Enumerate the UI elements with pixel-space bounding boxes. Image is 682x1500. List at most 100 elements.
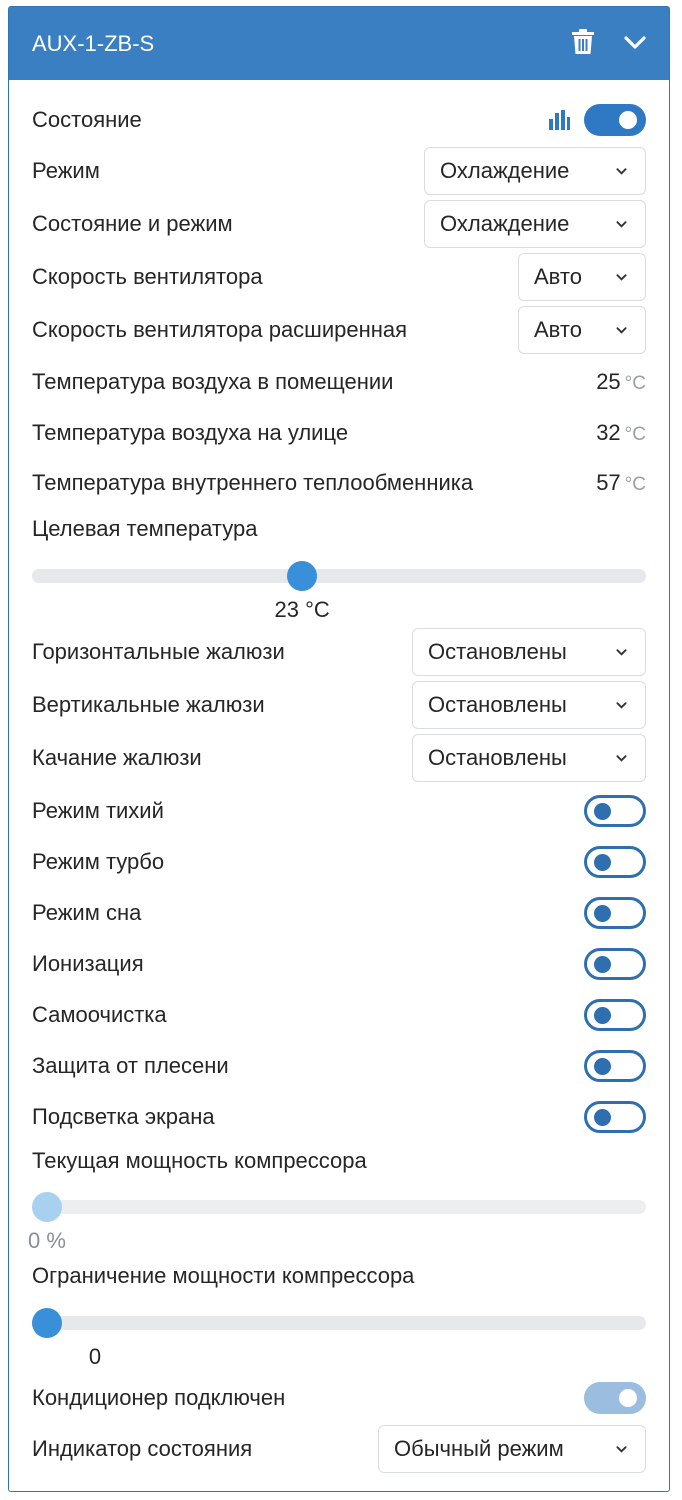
swing-row: Качание жалюзи Остановлены — [32, 734, 646, 782]
coil-temp-row: Температура внутреннего теплообменника 5… — [32, 468, 646, 498]
outdoor-temp-label: Температура воздуха на улице — [32, 420, 349, 445]
indoor-temp-row: Температура воздуха в помещении 25 °C — [32, 367, 646, 397]
slider-thumb[interactable] — [287, 561, 318, 591]
compressor-power-slider — [32, 1192, 646, 1222]
toggle-label: Режим тихий — [32, 798, 164, 823]
toggle-row-self-clean: Самоочистка — [32, 998, 646, 1032]
mode-select[interactable]: Охлаждение — [424, 147, 646, 195]
toggle-row-turbo: Режим турбо — [32, 845, 646, 879]
swing-select[interactable]: Остановлены — [412, 734, 646, 782]
slider-thumb[interactable] — [32, 1308, 62, 1338]
connected-toggle — [584, 1382, 646, 1414]
chevron-down-icon — [616, 326, 627, 334]
v-louvers-label: Вертикальные жалюзи — [32, 692, 265, 717]
toggle-row-quiet: Режим тихий — [32, 794, 646, 828]
indicator-value: Обычный режим — [394, 1436, 564, 1461]
v-louvers-select[interactable]: Остановлены — [412, 681, 646, 729]
chevron-down-icon — [616, 273, 627, 281]
compressor-power-value: 0 % — [28, 1228, 66, 1253]
swing-label: Качание жалюзи — [32, 745, 202, 770]
device-title: AUX-1-ZB-S — [32, 31, 155, 56]
chevron-down-icon[interactable] — [624, 36, 646, 55]
fan-speed-value: Авто — [534, 264, 582, 289]
target-temp-label: Целевая температура — [32, 516, 258, 541]
toggle-knob — [594, 802, 611, 820]
coil-temp-value: 57 — [596, 470, 621, 495]
chevron-down-icon — [616, 220, 627, 228]
swing-value: Остановлены — [428, 745, 567, 770]
mode-label: Режим — [32, 158, 100, 183]
fan-speed-ext-select[interactable]: Авто — [518, 306, 646, 354]
h-louvers-select[interactable]: Остановлены — [412, 628, 646, 676]
indicator-select[interactable]: Обычный режим — [378, 1425, 646, 1473]
state-mode-row: Состояние и режим Охлаждение — [32, 200, 646, 248]
mode-row: Режим Охлаждение — [32, 147, 646, 195]
chevron-down-icon — [616, 167, 627, 175]
display-light-toggle[interactable] — [584, 1101, 646, 1133]
toggle-row-ionization: Ионизация — [32, 947, 646, 981]
toggle-knob — [619, 111, 637, 129]
toggle-knob — [594, 955, 611, 973]
ionization-toggle[interactable] — [584, 948, 646, 980]
target-temp-row: Целевая температура — [32, 514, 646, 544]
toggle-knob — [594, 1057, 611, 1075]
device-card: AUX-1-ZB-S Состояние Режим Охлаждение Со… — [8, 6, 670, 1492]
fan-speed-select[interactable]: Авто — [518, 253, 646, 301]
toggle-knob — [594, 853, 611, 871]
compressor-power-row: Текущая мощность компрессора — [32, 1146, 646, 1176]
state-label: Состояние — [32, 107, 142, 132]
toggle-label: Подсветка экрана — [32, 1104, 215, 1129]
toggle-label: Режим сна — [32, 900, 142, 925]
h-louvers-value: Остановлены — [428, 639, 567, 664]
connected-label: Кондиционер подключен — [32, 1385, 286, 1410]
sleep-mode-toggle[interactable] — [584, 897, 646, 929]
toggle-label: Самоочистка — [32, 1002, 167, 1027]
state-toggle[interactable] — [584, 104, 646, 136]
self-clean-toggle[interactable] — [584, 999, 646, 1031]
compressor-limit-slider[interactable] — [32, 1308, 646, 1338]
toggle-row-display: Подсветка экрана — [32, 1100, 646, 1134]
chevron-down-icon — [616, 701, 627, 709]
v-louvers-value: Остановлены — [428, 692, 567, 717]
target-temp-slider[interactable] — [32, 561, 646, 591]
outdoor-temp-value: 32 — [596, 420, 621, 445]
coil-temp-label: Температура внутреннего теплообменника — [32, 470, 474, 495]
state-mode-value: Охлаждение — [440, 211, 570, 236]
indicator-row: Индикатор состояния Обычный режим — [32, 1425, 646, 1473]
fan-speed-row: Скорость вентилятора Авто — [32, 253, 646, 301]
outdoor-temp-row: Температура воздуха на улице 32 °C — [32, 418, 646, 448]
turbo-mode-toggle[interactable] — [584, 846, 646, 878]
toggle-label: Режим турбо — [32, 849, 165, 874]
h-louvers-label: Горизонтальные жалюзи — [32, 639, 285, 664]
chevron-down-icon — [616, 1445, 627, 1453]
state-mode-label: Состояние и режим — [32, 211, 233, 236]
toggle-knob — [594, 1006, 611, 1024]
chevron-down-icon — [616, 648, 627, 656]
toggle-row-sleep: Режим сна — [32, 896, 646, 930]
mildew-protection-toggle[interactable] — [584, 1050, 646, 1082]
temp-unit: °C — [624, 373, 646, 394]
state-row: Состояние — [32, 104, 646, 136]
toggle-knob — [594, 1108, 611, 1126]
indicator-label: Индикатор состояния — [32, 1436, 253, 1461]
toggle-label: Защита от плесени — [32, 1053, 229, 1078]
connected-row: Кондиционер подключен — [32, 1381, 646, 1415]
compressor-limit-row: Ограничение мощности компрессора — [32, 1261, 646, 1291]
fan-speed-ext-row: Скорость вентилятора расширенная Авто — [32, 306, 646, 354]
quiet-mode-toggle[interactable] — [584, 795, 646, 827]
compressor-limit-label: Ограничение мощности компрессора — [32, 1263, 415, 1288]
indoor-temp-label: Температура воздуха в помещении — [32, 369, 394, 394]
toggle-row-mildew: Защита от плесени — [32, 1049, 646, 1083]
temp-unit: °C — [624, 474, 646, 495]
compressor-power-label: Текущая мощность компрессора — [32, 1148, 367, 1173]
slider-thumb — [32, 1192, 62, 1222]
mode-value: Охлаждение — [440, 158, 570, 183]
fan-speed-ext-label: Скорость вентилятора расширенная — [32, 317, 408, 342]
chevron-down-icon — [616, 754, 627, 762]
fan-speed-ext-value: Авто — [534, 317, 582, 342]
state-mode-select[interactable]: Охлаждение — [424, 200, 646, 248]
bar-chart-icon[interactable] — [548, 110, 570, 130]
compressor-limit-value: 0 — [88, 1344, 102, 1369]
trash-icon[interactable] — [572, 29, 594, 60]
temp-unit: °C — [624, 424, 646, 445]
